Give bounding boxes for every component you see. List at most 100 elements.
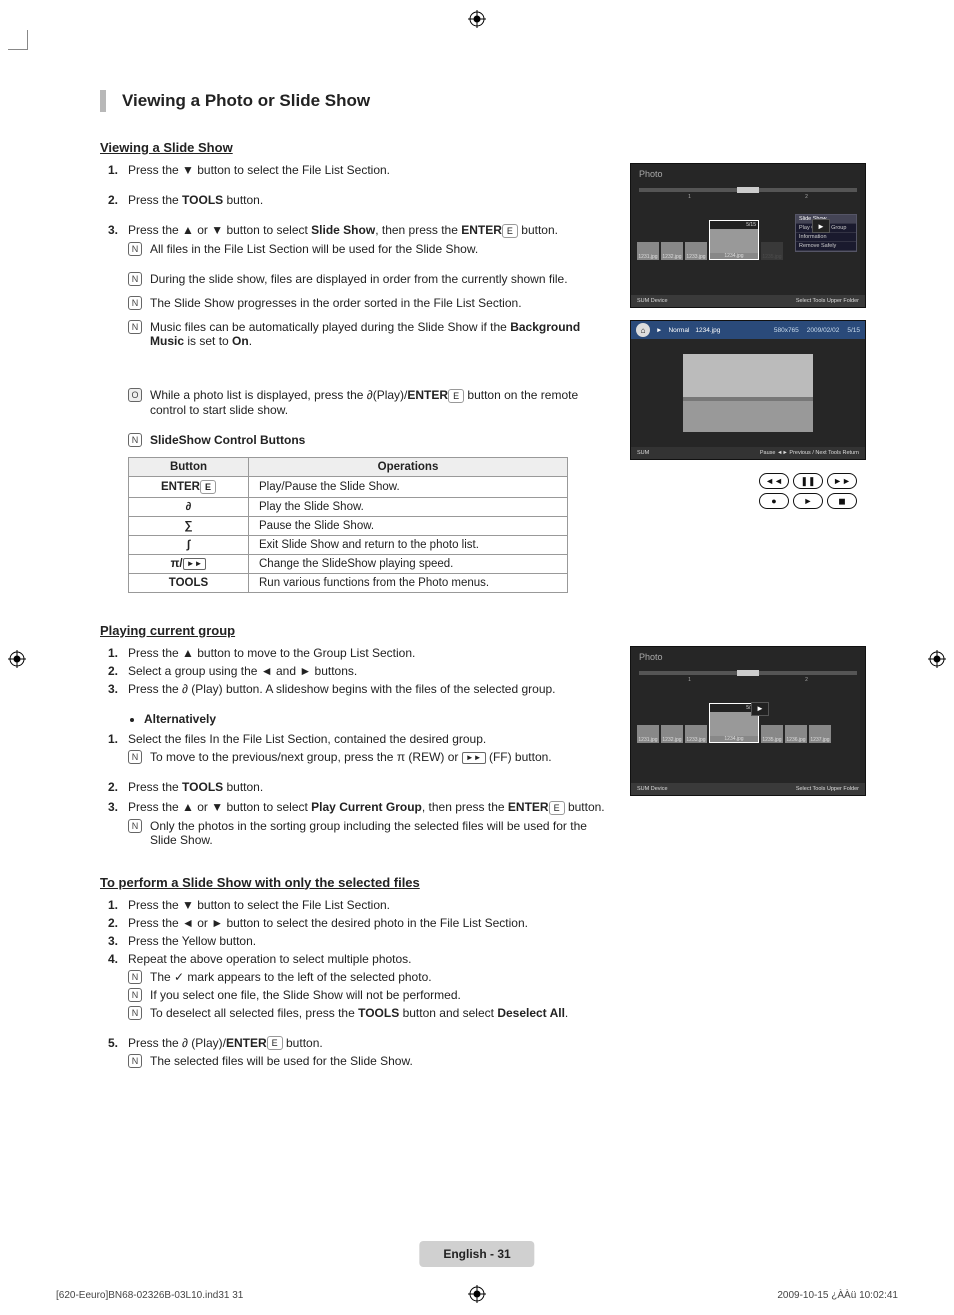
registration-mark-top (468, 10, 486, 28)
print-meta-right: 2009-10-15 ¿ÀÀü 10:02:41 (777, 1290, 898, 1301)
note-icon: N (128, 988, 142, 1002)
step-text: Press the ▲ button to move to the Group … (128, 646, 415, 660)
step-text: Select the files In the File List Sectio… (128, 732, 486, 746)
th-operations: Operations (249, 457, 568, 476)
op-enter: Play/Pause the Slide Show. (249, 476, 568, 497)
ss-footer-left: SUM Device (637, 298, 668, 304)
btn-speed: π/►► (129, 554, 249, 573)
step-2: 2. Press the TOOLS button. (128, 193, 616, 207)
home-icon: ⌂ (636, 323, 650, 337)
note-icon: N (128, 1054, 142, 1068)
note-text: Music files can be automatically played … (150, 320, 616, 348)
op-pause: Pause the Slide Show. (249, 516, 568, 535)
note-icon: N (128, 819, 142, 833)
enter-label: ENTER (461, 223, 502, 237)
tip-icon: O (128, 388, 142, 402)
ss-footer-right: Select Tools Upper Folder (796, 298, 859, 304)
menu-item: Information (796, 233, 856, 242)
op-exit: Exit Slide Show and return to the photo … (249, 535, 568, 554)
note-sort: N The Slide Show progresses in the order… (128, 296, 616, 310)
note-text: The selected files will be used for the … (150, 1054, 413, 1068)
step-text: button. (518, 223, 558, 237)
step-number: 1. (108, 163, 118, 177)
remote-pause-icon: ❚❚ (793, 473, 823, 489)
slideshow-controls-table: ButtonOperations ENTEREPlay/Pause the Sl… (128, 457, 568, 593)
note-text: To move to the previous/next group, pres… (150, 750, 552, 764)
registration-mark-right (928, 650, 946, 668)
op-play: Play the Slide Show. (249, 497, 568, 516)
ss-res: 580x765 (774, 327, 799, 334)
ss-thumb: 1231.jpg (637, 242, 659, 260)
page-number: English - 31 (419, 1241, 534, 1267)
ss-footer-right: Pause ◄► Previous / Next Tools Return (760, 450, 859, 456)
note-text: Only the photos in the sorting group inc… (150, 819, 616, 847)
step-text: Press the ∂ (Play)/ENTERE button. (128, 1036, 323, 1050)
ss-thumb: 1235.jpg (761, 725, 783, 743)
ss-preview-image (683, 354, 813, 432)
note-bgm: N Music files can be automatically playe… (128, 320, 616, 348)
step-text: Press the (128, 193, 182, 207)
ss-footer-right: Select Tools Upper Folder (796, 786, 859, 792)
btn-exit: ∫ (129, 535, 249, 554)
step-text: Press the ▼ button to select the File Li… (128, 163, 390, 177)
enter-icon: E (448, 389, 464, 403)
note-icon: N (128, 970, 142, 984)
ss-thumb: 1236.jpg (785, 725, 807, 743)
tools-label: TOOLS (182, 193, 223, 207)
step-text: Press the ▼ button to select the File Li… (128, 898, 390, 912)
step-number: 3. (108, 223, 118, 237)
ss-footer-left: SUM (637, 450, 649, 456)
title-accent (100, 90, 106, 112)
note-icon: N (128, 296, 142, 310)
page-title-bar: Viewing a Photo or Slide Show (100, 90, 870, 112)
note-text: If you select one file, the Slide Show w… (150, 988, 461, 1002)
ss-title: Photo (631, 647, 865, 667)
btn-play: ∂ (129, 497, 249, 516)
step-text: , then press the (375, 223, 461, 237)
note-icon: N (128, 1006, 142, 1020)
ss-thumb: 1237.jpg (809, 725, 831, 743)
print-meta-left: [620-Eeuro]BN68-02326B-03L10.ind31 31 (56, 1290, 243, 1301)
screenshot-photo-list: Photo 1 2 1231.jpg 1232.jpg 1233.jpg 5/1… (630, 163, 866, 308)
remote-control-buttons: ◄◄ ❚❚ ►► ● ► ◼ (630, 472, 866, 512)
crop-mark-tl (8, 30, 28, 50)
page-content: Viewing a Photo or Slide Show Viewing a … (100, 90, 870, 1084)
ss-footer-left: SUM Device (637, 786, 668, 792)
enter-icon: E (549, 801, 565, 815)
ss-thumb: 1232.jpg (661, 725, 683, 743)
note-icon: N (128, 320, 142, 334)
enter-icon: E (267, 1036, 283, 1050)
step-3: 3. Press the ▲ or ▼ button to select Sli… (128, 223, 616, 256)
step-text: Press the TOOLS button. (128, 780, 263, 794)
btn-pause: ∑ (129, 516, 249, 535)
step-text: Press the ∂ (Play) button. A slideshow b… (128, 682, 556, 696)
section-heading-slideshow: Viewing a Slide Show (100, 140, 870, 155)
alternatively-label: Alternatively (144, 712, 616, 726)
ss-date: 2009/02/02 (807, 327, 840, 334)
ss-progress-bar (639, 671, 857, 675)
enter-icon: E (502, 224, 518, 238)
step-number: 2. (108, 193, 118, 207)
ss-thumb: 1233.jpg (685, 725, 707, 743)
slideshow-label: Slide Show (311, 223, 375, 237)
step-text: Repeat the above operation to select mul… (128, 952, 412, 966)
remote-stop-icon: ◼ (827, 493, 857, 509)
remote-rec-icon: ● (759, 493, 789, 509)
ss-play-icon: ► (751, 702, 769, 716)
btn-enter: ENTERE (129, 476, 249, 497)
note-text: The Slide Show progresses in the order s… (150, 296, 522, 310)
ss-thumb: 1233.jpg (685, 242, 707, 260)
step-text: Press the ◄ or ► button to select the de… (128, 916, 528, 930)
tip-text: While a photo list is displayed, press t… (150, 388, 616, 417)
ss-thumb: 1235.jpg (761, 242, 783, 260)
ss-progress-bar (639, 188, 857, 192)
step-text: button. (223, 193, 263, 207)
section-heading-playgroup: Playing current group (100, 623, 870, 638)
btn-tools: TOOLS (129, 573, 249, 592)
menu-item: Remove Safely (796, 242, 856, 251)
op-speed: Change the SlideShow playing speed. (249, 554, 568, 573)
ss-thumb: 1231.jpg (637, 725, 659, 743)
ss-thumb-selected: 5/15 1234.jpg (709, 220, 759, 260)
ss-idx: 5/15 (847, 327, 860, 334)
ss-thumb: 1232.jpg (661, 242, 683, 260)
